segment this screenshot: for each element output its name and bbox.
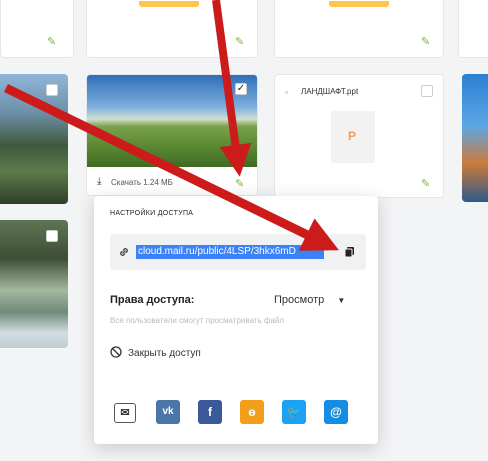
download-label[interactable]: Скачать 1.24 МБ (111, 178, 173, 187)
photo-tile-lake[interactable] (0, 74, 68, 204)
close-access-button[interactable]: Закрыть доступ (110, 346, 201, 359)
access-rights-label: Права доступа: (110, 294, 195, 306)
photo-tile-forest-lake[interactable] (0, 220, 68, 348)
file-tile-top-1[interactable]: ✎ (0, 0, 74, 58)
moimir-icon[interactable]: @ (324, 400, 348, 424)
access-rights-select[interactable]: Просмотр ▼ (274, 294, 345, 306)
access-rights-value: Просмотр (274, 294, 325, 306)
file-name: ЛАНДШАФТ.ppt (301, 87, 359, 96)
access-settings-popup: Настройки доступа cloud.mail.ru/public/4… (94, 196, 378, 444)
popup-title: Настройки доступа (110, 210, 194, 217)
email-icon[interactable]: ✉ (114, 403, 136, 423)
ppt-letter: P (348, 129, 357, 143)
edit-pencil-icon[interactable]: ✎ (421, 35, 430, 48)
photo-tile-landscape[interactable]: ✓ ⤓ Скачать 1.24 МБ ✎ (86, 74, 258, 196)
select-checkbox[interactable] (46, 230, 58, 242)
file-tile-top-3[interactable]: ✎ (274, 0, 444, 58)
odnoklassniki-icon[interactable]: ɵ (240, 400, 264, 424)
access-hint: Все пользователи смогут просматривать фа… (110, 316, 285, 325)
download-icon[interactable]: ⤓ (97, 176, 101, 187)
select-checkbox-checked[interactable]: ✓ (235, 83, 247, 95)
select-checkbox[interactable] (46, 84, 58, 96)
landscape-image (87, 75, 257, 167)
file-tile-top-2[interactable]: ✎ (86, 0, 258, 58)
vk-icon[interactable]: vk (156, 400, 180, 424)
public-link-field[interactable]: cloud.mail.ru/public/4LSP/3hkx6mD (110, 234, 366, 270)
twitter-icon[interactable]: 🐦 (282, 400, 306, 424)
photo-tile-edge[interactable] (462, 74, 488, 202)
facebook-icon[interactable]: f (198, 400, 222, 424)
select-checkbox[interactable] (421, 85, 433, 97)
close-access-label: Закрыть доступ (128, 348, 201, 359)
edit-pencil-icon[interactable]: ✎ (421, 177, 430, 190)
block-icon (110, 346, 122, 358)
edit-pencil-icon[interactable]: ✎ (235, 35, 244, 48)
copy-icon[interactable] (344, 246, 356, 258)
file-type-icon: ▫ (285, 87, 289, 97)
file-tile-top-4[interactable] (458, 0, 488, 58)
chevron-down-icon: ▼ (337, 296, 346, 305)
link-icon (120, 248, 128, 256)
edit-pencil-icon[interactable]: ✎ (235, 177, 244, 190)
public-link-text[interactable]: cloud.mail.ru/public/4LSP/3hkx6mD (136, 245, 324, 259)
tile-accent-bar (329, 1, 389, 7)
edit-pencil-icon[interactable]: ✎ (47, 35, 56, 48)
file-tile-ppt[interactable]: ▫ ЛАНДШАФТ.ppt P ✎ (274, 74, 444, 198)
ppt-document-icon: P (331, 111, 375, 163)
tile-accent-bar (139, 1, 199, 7)
